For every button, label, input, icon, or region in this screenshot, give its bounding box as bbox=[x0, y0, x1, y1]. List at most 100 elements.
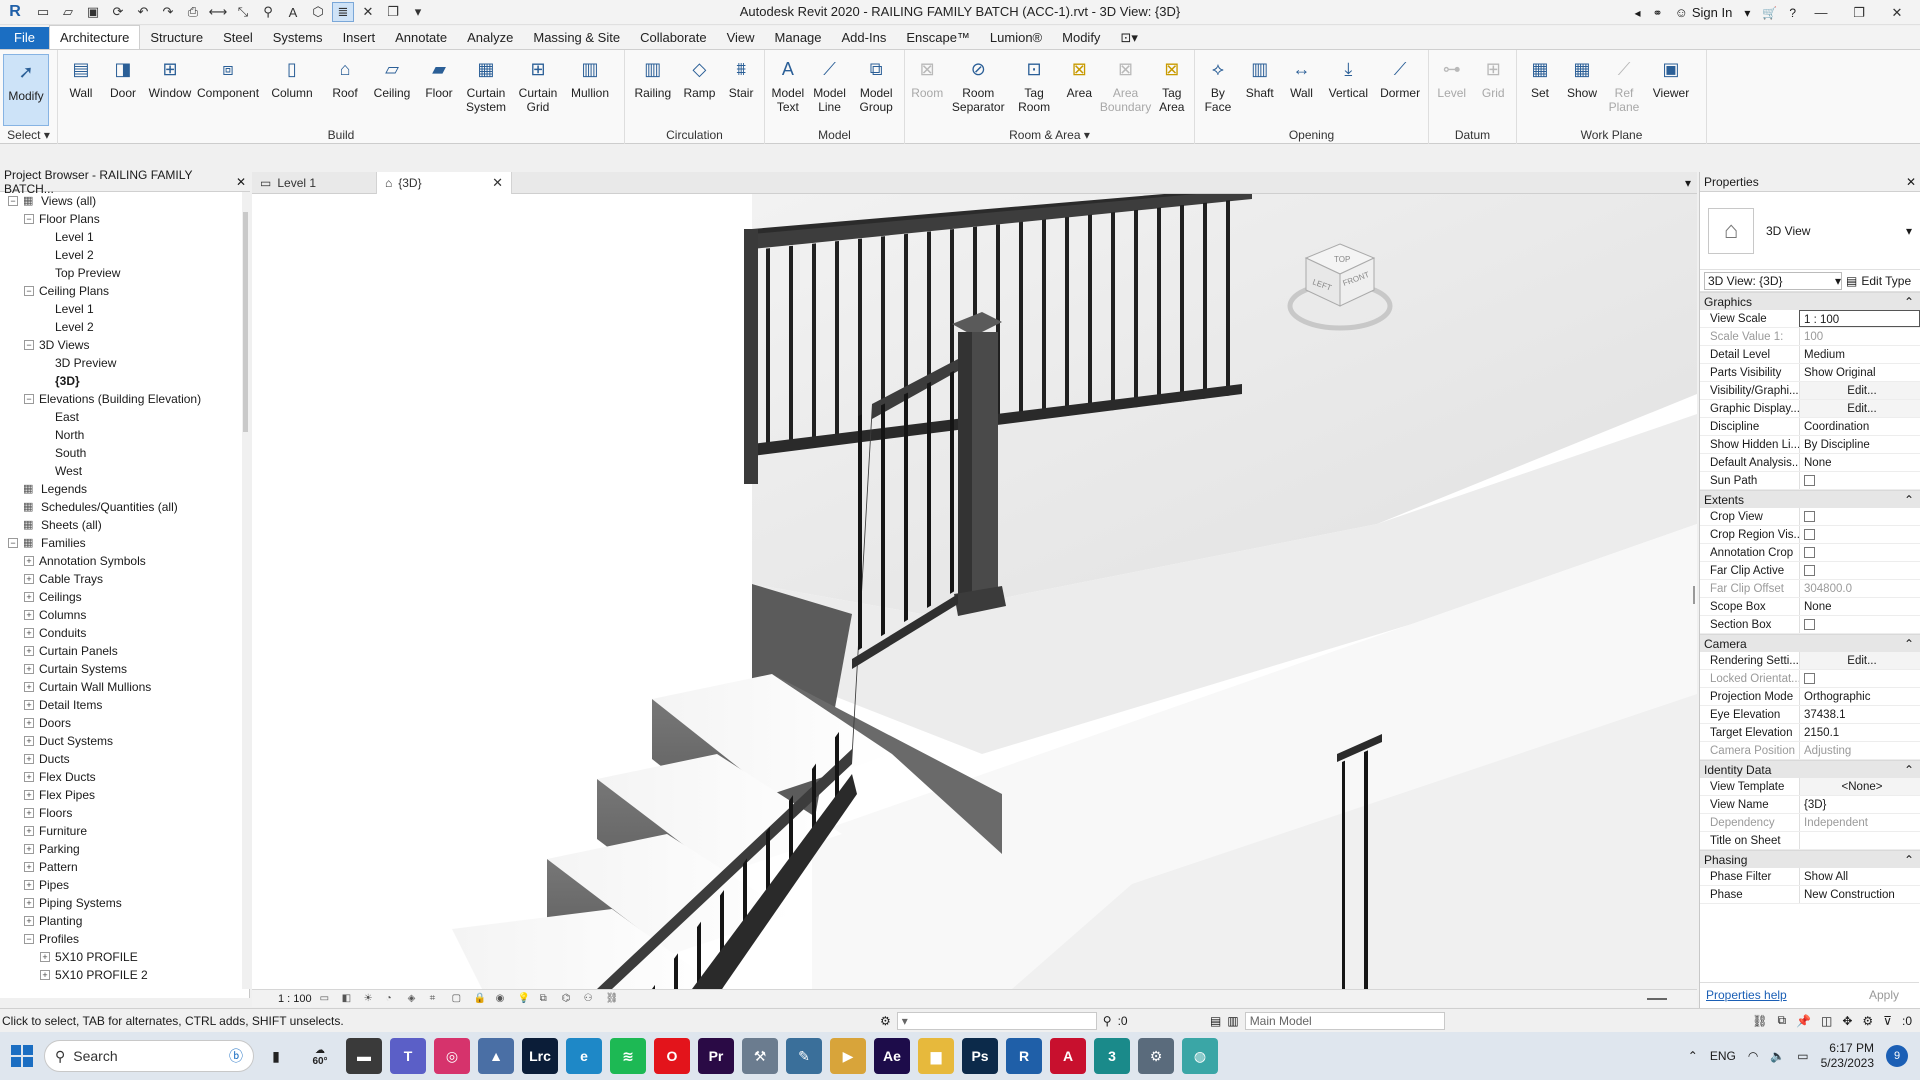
collapse-icon[interactable]: − bbox=[24, 214, 34, 224]
checkbox[interactable] bbox=[1804, 529, 1815, 540]
file-explorer-app[interactable]: ▬ bbox=[346, 1038, 382, 1074]
qat-dropdown-icon[interactable]: ▾ bbox=[407, 2, 429, 22]
property-value[interactable]: By Discipline bbox=[1799, 436, 1920, 453]
close-hidden-icon[interactable]: ✕ bbox=[357, 2, 379, 22]
tree-item[interactable]: ▦ Schedules/Quantities (all) bbox=[0, 498, 242, 516]
notification-badge[interactable]: 9 bbox=[1886, 1045, 1908, 1067]
expand-icon[interactable]: + bbox=[24, 700, 34, 710]
collapse-icon[interactable]: − bbox=[24, 934, 34, 944]
switch-windows-icon[interactable]: ❐ bbox=[382, 2, 404, 22]
battery-icon[interactable]: ▭ bbox=[1797, 1049, 1808, 1063]
expand-icon[interactable]: + bbox=[24, 790, 34, 800]
tree-item[interactable]: North bbox=[0, 426, 242, 444]
tree-item[interactable]: +5X10 PROFILE bbox=[0, 948, 242, 966]
railing-3d-model[interactable] bbox=[252, 194, 1697, 989]
close-tab-icon[interactable]: ✕ bbox=[492, 175, 503, 191]
crop-region-icon[interactable]: ▢ bbox=[452, 993, 466, 1005]
checkbox[interactable] bbox=[1804, 475, 1815, 486]
autocad-app[interactable]: ✎ bbox=[786, 1038, 822, 1074]
design-option-dropdown[interactable]: Main Model bbox=[1244, 1011, 1445, 1030]
constraints-icon[interactable]: ⛓ bbox=[606, 993, 620, 1005]
revit-logo-icon[interactable]: R bbox=[4, 2, 26, 22]
property-edit-button[interactable]: <None> bbox=[1799, 778, 1920, 795]
tree-item[interactable]: − Profiles bbox=[0, 930, 242, 948]
tree-item[interactable]: + Ducts bbox=[0, 750, 242, 768]
property-checkbox-cell[interactable] bbox=[1799, 616, 1920, 633]
tab-systems[interactable]: Systems bbox=[263, 27, 333, 49]
language-indicator[interactable]: ENG bbox=[1710, 1049, 1736, 1063]
select-by-face-icon[interactable]: ◫ bbox=[1821, 1014, 1832, 1028]
property-value[interactable]: None bbox=[1799, 598, 1920, 615]
tree-item[interactable]: Top Preview bbox=[0, 264, 242, 282]
view-scale[interactable]: 1 : 100 bbox=[278, 993, 312, 1005]
property-checkbox-cell[interactable] bbox=[1799, 544, 1920, 561]
tab-insert[interactable]: Insert bbox=[333, 27, 386, 49]
property-value[interactable]: None bbox=[1799, 454, 1920, 471]
premiere-app[interactable]: Pr bbox=[698, 1038, 734, 1074]
type-selector[interactable]: ⌂ 3D View ▾ bbox=[1700, 192, 1920, 270]
collapse-group-icon[interactable]: ⌃ bbox=[1904, 763, 1914, 777]
expand-icon[interactable]: + bbox=[40, 970, 50, 980]
lock-view-icon[interactable]: 🔒 bbox=[474, 993, 488, 1005]
expand-icon[interactable]: + bbox=[24, 556, 34, 566]
detail-level-icon[interactable]: ▭ bbox=[320, 993, 334, 1005]
after-effects-app[interactable]: Ae bbox=[874, 1038, 910, 1074]
property-value[interactable]: Orthographic bbox=[1799, 688, 1920, 705]
expand-icon[interactable]: + bbox=[24, 646, 34, 656]
apply-button[interactable]: Apply bbox=[1855, 986, 1913, 1004]
clock[interactable]: 6:17 PM 5/23/2023 bbox=[1821, 1041, 1874, 1071]
tree-item[interactable]: 3D Preview bbox=[0, 354, 242, 372]
properties-help-link[interactable]: Properties help bbox=[1706, 988, 1787, 1002]
tree-item[interactable]: ▦ Legends bbox=[0, 480, 242, 498]
collapse-group-icon[interactable]: ⌃ bbox=[1904, 637, 1914, 651]
tab-massing-site[interactable]: Massing & Site bbox=[523, 27, 630, 49]
save-icon[interactable]: ▣ bbox=[82, 2, 104, 22]
tool-app[interactable]: ⚒ bbox=[742, 1038, 778, 1074]
tab-steel[interactable]: Steel bbox=[213, 27, 263, 49]
expand-icon[interactable]: + bbox=[24, 772, 34, 782]
tree-item[interactable]: + Doors bbox=[0, 714, 242, 732]
chevron-down-icon[interactable]: ▾ bbox=[1744, 6, 1750, 20]
checkbox[interactable] bbox=[1804, 619, 1815, 630]
tree-item[interactable]: + Curtain Systems bbox=[0, 660, 242, 678]
tab-structure[interactable]: Structure bbox=[140, 27, 213, 49]
tree-item[interactable]: + Curtain Wall Mullions bbox=[0, 678, 242, 696]
sign-in-button[interactable]: ☺ Sign In bbox=[1675, 5, 1733, 20]
opera-app[interactable]: O bbox=[654, 1038, 690, 1074]
expand-icon[interactable]: + bbox=[24, 808, 34, 818]
spotify-app[interactable]: ≋ bbox=[610, 1038, 646, 1074]
expand-icon[interactable]: + bbox=[24, 826, 34, 836]
select-links-icon[interactable]: ⛓ bbox=[1752, 1014, 1767, 1028]
property-value[interactable] bbox=[1799, 832, 1920, 849]
expand-icon[interactable]: + bbox=[24, 628, 34, 638]
scrollbar-thumb[interactable] bbox=[243, 212, 248, 432]
checkbox[interactable] bbox=[1804, 547, 1815, 558]
shadows-icon[interactable]: ◔ bbox=[386, 993, 400, 1005]
help-icon[interactable]: ? bbox=[1789, 6, 1796, 20]
autocad-red-app[interactable]: A bbox=[1050, 1038, 1086, 1074]
tab-enscape[interactable]: Enscape™ bbox=[896, 27, 980, 49]
property-checkbox-cell[interactable] bbox=[1799, 526, 1920, 543]
tree-item[interactable]: Level 2 bbox=[0, 246, 242, 264]
tab-level-1[interactable]: ▭ Level 1 bbox=[252, 172, 377, 194]
tab-lumion[interactable]: Lumion® bbox=[980, 27, 1052, 49]
settings-app[interactable]: ⚙ bbox=[1138, 1038, 1174, 1074]
expand-icon[interactable]: + bbox=[24, 592, 34, 602]
sync-icon[interactable]: ⟳ bbox=[107, 2, 129, 22]
text-icon[interactable]: A bbox=[282, 2, 304, 22]
weather-widget[interactable]: ☁ 60° bbox=[302, 1038, 338, 1074]
editing-requests-icon[interactable]: ▥ bbox=[1227, 1014, 1238, 1028]
lightroom-app[interactable]: Lrc bbox=[522, 1038, 558, 1074]
filter-icon[interactable]: ⊽ bbox=[1883, 1014, 1892, 1028]
temporary-hide-icon[interactable]: ◉ bbox=[496, 993, 510, 1005]
tree-item[interactable]: + Parking bbox=[0, 840, 242, 858]
new-icon[interactable]: ▭ bbox=[32, 2, 54, 22]
minimize-icon[interactable]: — bbox=[1808, 5, 1834, 20]
media-app[interactable]: ▶ bbox=[830, 1038, 866, 1074]
property-group-header[interactable]: Identity Data ⌃ bbox=[1700, 760, 1920, 778]
tree-item[interactable]: + Pattern bbox=[0, 858, 242, 876]
tab-architecture[interactable]: Architecture bbox=[48, 25, 141, 49]
expand-icon[interactable]: + bbox=[24, 682, 34, 692]
tree-item[interactable]: West bbox=[0, 462, 242, 480]
close-icon[interactable]: ✕ bbox=[1906, 175, 1916, 189]
